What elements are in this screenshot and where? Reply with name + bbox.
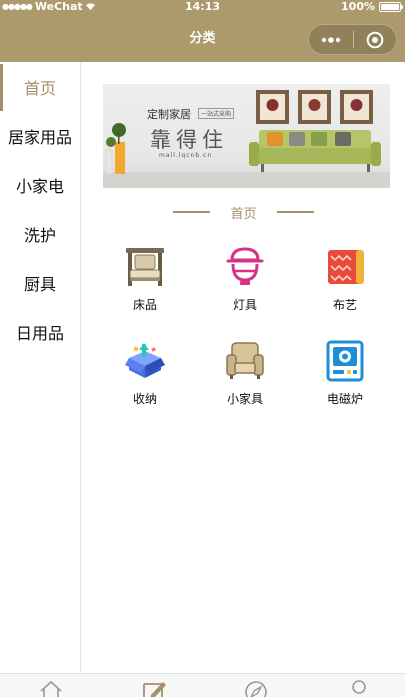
armchair-icon [222,338,268,384]
category-label: 小家具 [226,392,263,406]
sidebar-item-label: 首页 [23,78,56,98]
fabric-icon [322,244,368,290]
compass-icon [245,681,267,697]
profile-icon [352,680,366,694]
mini-program-capsule [308,24,397,55]
tab-category[interactable] [139,678,169,697]
sidebar-item-kitchenware[interactable]: 厨具 [0,258,80,307]
section-heading: 首页 [82,202,405,222]
category-label: 床品 [132,298,157,312]
sidebar-item-label: 日用品 [15,323,64,343]
sidebar-item-label: 小家电 [15,176,64,196]
category-grid: 床品 灯具 布艺 收纳 小家具 电磁炉 [95,244,395,410]
sidebar-item-small-appliances[interactable]: 小家电 [0,160,80,209]
banner-title: 定制家居 [147,108,191,121]
main-content: 定制家居 一站式采购 靠得住 mall.lqcnb.cn 首页 床品 灯具 布艺… [82,62,405,673]
category-induction-cooker[interactable]: 电磁炉 [295,338,395,410]
category-lamp[interactable]: 灯具 [195,244,295,316]
edit-icon [143,682,166,697]
lamp-icon [222,244,268,290]
banner-url: mall.lqcnb.cn [159,152,213,159]
top-bar: ●●●●● WeChat 14:13 100% 分类 [0,0,405,62]
category-sidebar: 首页 居家用品 小家电 洗护 厨具 日用品 [0,62,81,673]
sidebar-item-label: 洗护 [23,225,56,245]
sidebar-item-wash-care[interactable]: 洗护 [0,209,80,258]
tab-home[interactable] [36,678,66,697]
more-button[interactable] [309,25,353,54]
status-bar: ●●●●● WeChat 14:13 100% [0,0,405,14]
close-button[interactable] [353,25,396,54]
bed-icon [122,244,168,290]
more-dots-icon [321,36,340,43]
promo-banner[interactable]: 定制家居 一站式采购 靠得住 mall.lqcnb.cn [103,84,390,188]
category-label: 收纳 [132,392,157,406]
banner-illustration [103,90,390,188]
storage-box-icon [122,338,168,384]
battery-icon [379,1,403,12]
battery-percent: 100% [341,0,375,13]
tab-discover[interactable] [241,678,271,697]
section-divider-left [173,211,211,213]
section-title: 首页 [230,206,257,222]
section-divider-right [276,211,314,213]
battery-area: 100% [341,0,403,13]
category-label: 灯具 [232,298,257,312]
home-icon [40,680,62,697]
category-storage[interactable]: 收纳 [95,338,195,410]
category-bed[interactable]: 床品 [95,244,195,316]
category-label: 电磁炉 [326,392,363,406]
bottom-tab-bar [0,673,405,697]
sidebar-item-label: 居家用品 [7,127,72,147]
sidebar-item-label: 厨具 [23,274,56,294]
sidebar-item-home[interactable]: 首页 [0,62,80,111]
tab-profile[interactable] [344,678,374,697]
close-circle-icon [366,31,384,48]
banner-brand: 靠得住 [150,128,228,152]
category-fabric[interactable]: 布艺 [295,244,395,316]
banner-tag: 一站式采购 [198,108,235,119]
sidebar-item-daily-goods[interactable]: 日用品 [0,307,80,356]
induction-cooker-icon [322,338,368,384]
category-label: 布艺 [332,298,357,312]
sidebar-item-household[interactable]: 居家用品 [0,111,80,160]
category-small-furniture[interactable]: 小家具 [195,338,295,410]
